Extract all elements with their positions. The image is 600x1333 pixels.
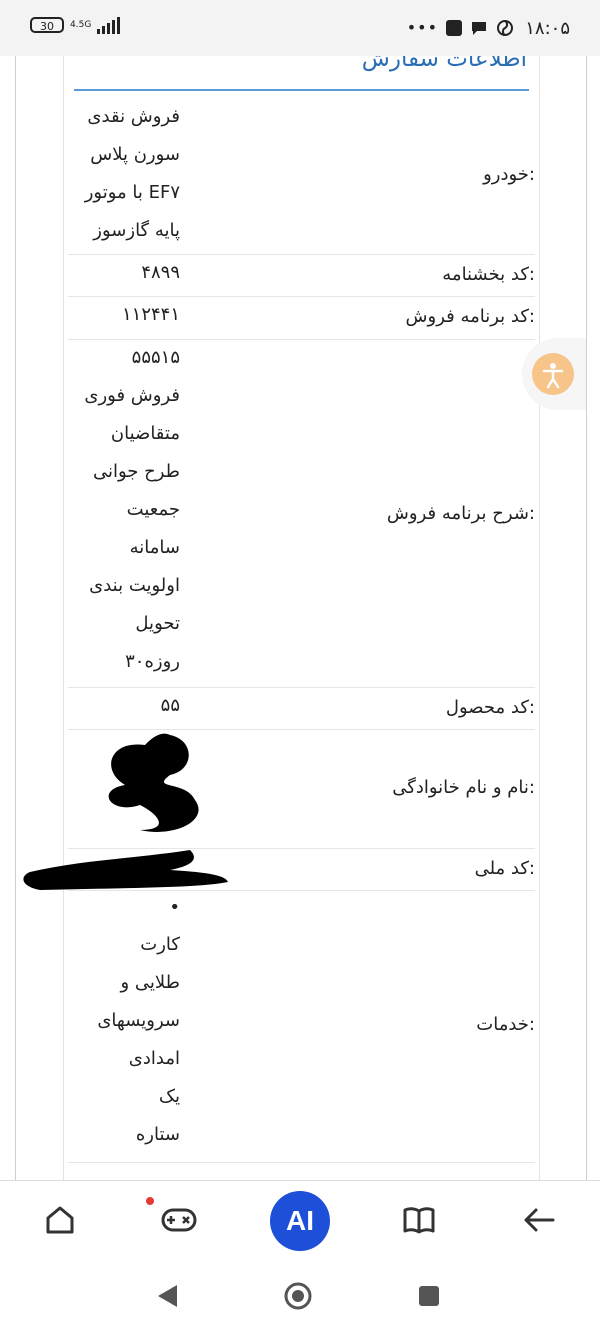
system-home-icon[interactable] (283, 1281, 313, 1311)
back-arrow-icon[interactable] (520, 1201, 558, 1239)
ai-button[interactable]: AI (270, 1191, 330, 1251)
system-back-icon[interactable] (155, 1283, 179, 1309)
redaction-scribble (23, 733, 228, 890)
bottom-nav: AI (0, 1180, 600, 1259)
notification-dot (146, 1197, 154, 1205)
game-icon[interactable] (160, 1201, 198, 1239)
book-icon[interactable] (400, 1201, 438, 1239)
home-icon[interactable] (41, 1201, 79, 1239)
system-nav (0, 1258, 600, 1333)
system-recents-icon[interactable] (418, 1285, 440, 1307)
